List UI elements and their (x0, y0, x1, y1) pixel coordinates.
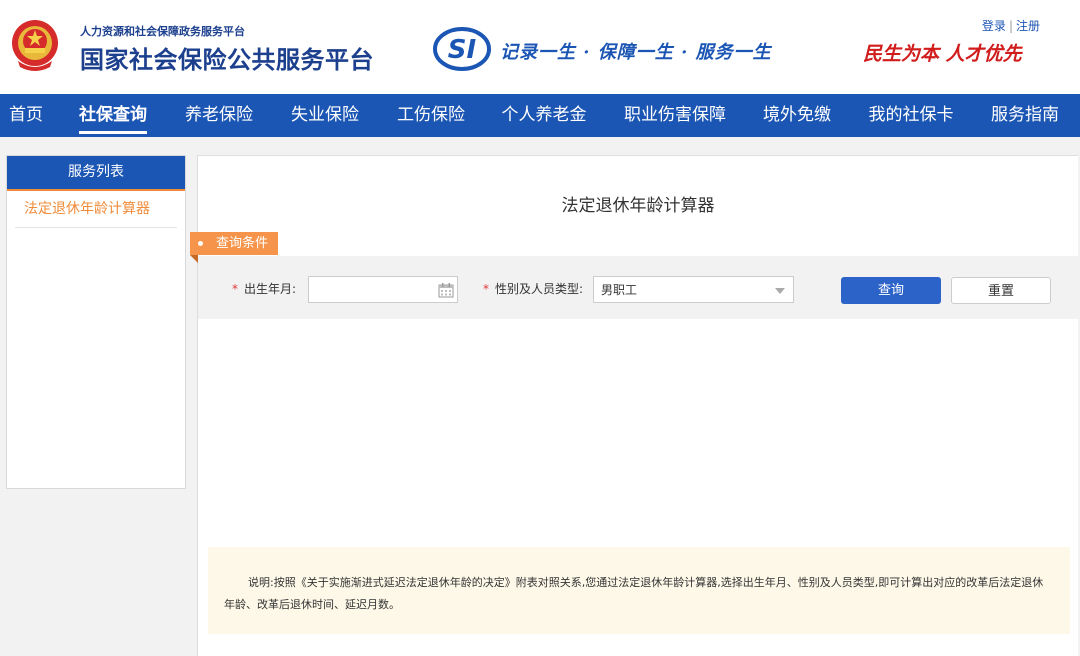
slogan-text: 记录一生 · 保障一生 · 服务一生 (500, 42, 772, 63)
nav-item-my-ss-card[interactable]: 我的社保卡 (869, 94, 954, 137)
page-title: 法定退休年龄计算器 (561, 196, 715, 216)
gender-type-label-text: 性别及人员类型: (495, 282, 584, 296)
nav-item-home[interactable]: 首页 (9, 94, 43, 137)
nav-item-overseas-exemption[interactable]: 境外免缴 (763, 94, 831, 137)
main-nav: 首页 社保查询 养老保险 失业保险 工伤保险 个人养老金 职业伤害保障 境外免缴… (0, 94, 1080, 137)
sidebar-item-retirement-calculator[interactable]: 法定退休年龄计算器 (15, 191, 177, 228)
login-link[interactable]: 登录 (982, 19, 1006, 33)
query-condition-tab: 查询条件 (190, 232, 279, 263)
calendar-icon[interactable] (438, 282, 454, 298)
required-mark: * (483, 282, 489, 296)
nav-item-unemployment-insurance[interactable]: 失业保险 (291, 94, 359, 137)
auth-links: 登录 | 注册 (982, 17, 1040, 34)
si-logo-icon: SI (433, 27, 491, 71)
required-mark: * (232, 282, 238, 296)
nav-item-occupational-injury[interactable]: 职业伤害保障 (624, 94, 726, 137)
birth-label-text: 出生年月: (244, 282, 297, 296)
explanation-note: 说明:按照《关于实施渐进式延迟法定退休年龄的决定》附表对照关系,您通过法定退休年… (208, 547, 1070, 634)
query-form: * 出生年月: * 性别及人员类型: 男职工 查询 重置 (198, 256, 1078, 319)
org-subtitle: 人力资源和社会保障政务服务平台 (80, 25, 245, 38)
nav-item-social-security-query[interactable]: 社保查询 (79, 94, 147, 137)
query-button[interactable]: 查询 (841, 277, 941, 304)
gender-type-select[interactable]: 男职工 (593, 276, 794, 303)
gender-type-value: 男职工 (601, 283, 638, 297)
main-panel: 法定退休年龄计算器 查询条件 * 出生年月: * 性别及人员类型: 男职工 查询 重… (190, 155, 1078, 656)
birth-date-field[interactable] (308, 276, 458, 303)
nav-item-personal-pension[interactable]: 个人养老金 (502, 94, 587, 137)
nav-item-pension-insurance[interactable]: 养老保险 (185, 94, 253, 137)
svg-text:SI: SI (448, 35, 477, 65)
chevron-down-icon[interactable] (775, 288, 785, 294)
auth-separator: | (1008, 19, 1013, 33)
motto-text: 民生为本 人才优先 (863, 43, 1022, 65)
birth-date-input[interactable] (309, 277, 441, 302)
reset-button[interactable]: 重置 (951, 277, 1051, 304)
service-sidebar: 服务列表 法定退休年龄计算器 (6, 155, 186, 489)
gender-type-label: * 性别及人员类型: (483, 256, 583, 319)
nav-item-service-guide[interactable]: 服务指南 (991, 94, 1059, 137)
register-link[interactable]: 注册 (1016, 19, 1040, 33)
sidebar-title: 服务列表 (7, 156, 185, 191)
org-title: 国家社会保险公共服务平台 (80, 46, 374, 74)
site-header: 人力资源和社会保障政务服务平台 国家社会保险公共服务平台 SI 记录一生 · 保… (0, 0, 1080, 94)
birth-label: * 出生年月: (232, 256, 296, 319)
nav-item-injury-insurance[interactable]: 工伤保险 (397, 94, 465, 137)
national-emblem-icon (12, 20, 58, 71)
